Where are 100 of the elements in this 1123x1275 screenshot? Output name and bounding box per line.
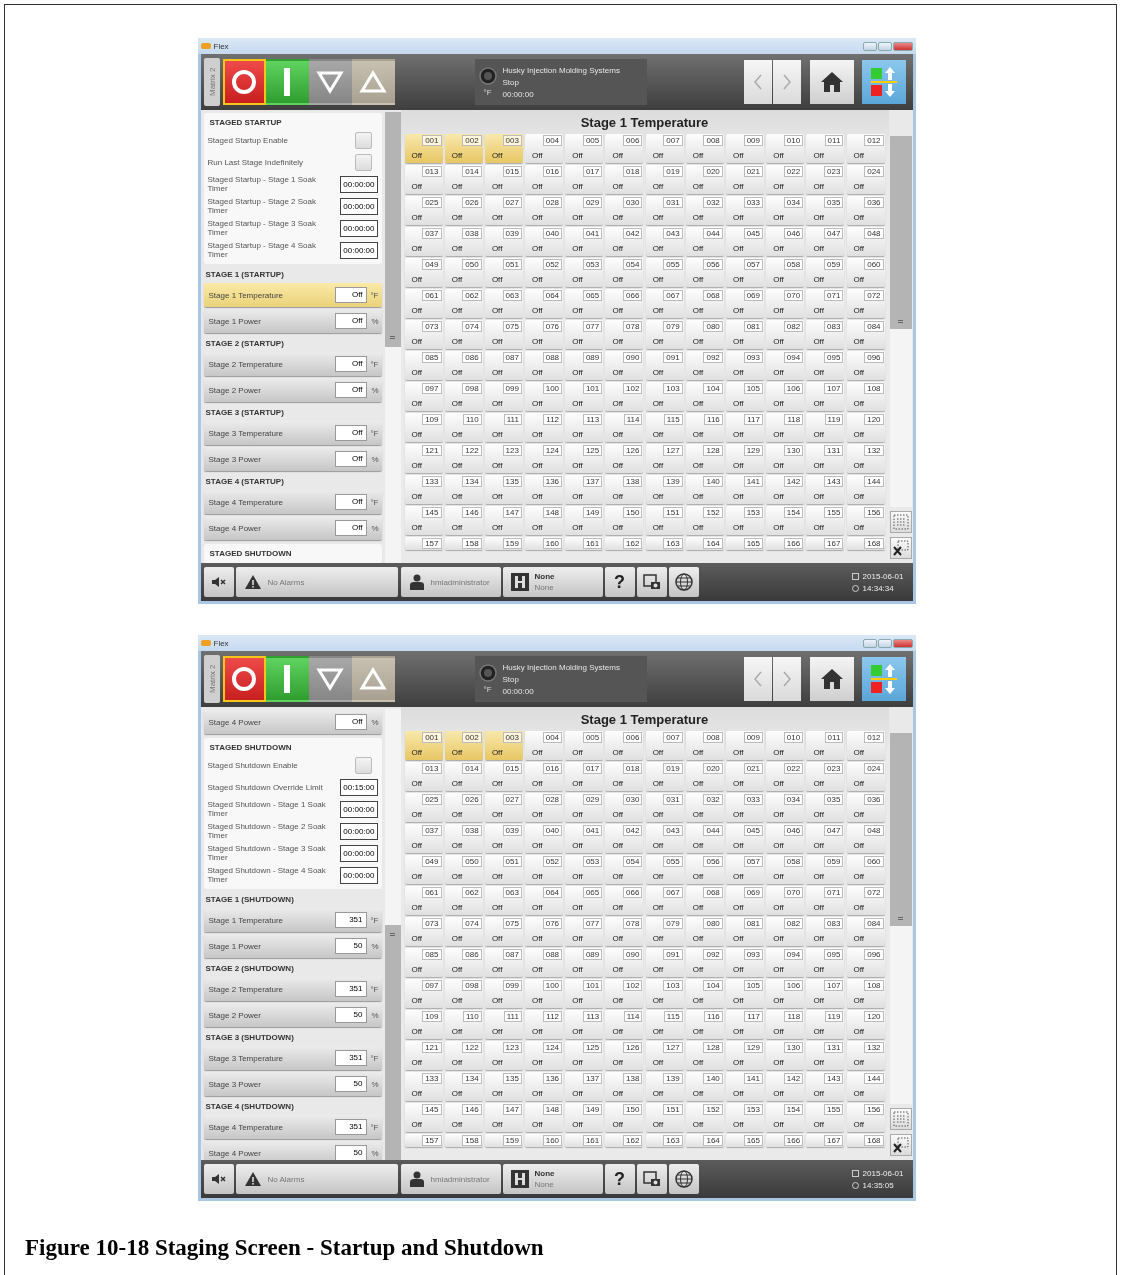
zone-tile[interactable]: 065 Off — [565, 886, 604, 915]
zone-tile[interactable]: 166 — [766, 537, 805, 550]
zone-tile[interactable]: 003 Off — [484, 731, 523, 760]
zone-tile[interactable]: 038 Off — [444, 824, 483, 853]
zone-tile[interactable]: 125 Off — [565, 1041, 604, 1070]
zone-tile[interactable]: 101 Off — [565, 382, 604, 411]
zone-tile[interactable]: 137 Off — [565, 475, 604, 504]
zone-tile[interactable]: 006 Off — [605, 731, 644, 760]
zone-tile[interactable]: 019 Off — [645, 165, 684, 194]
zone-tile[interactable]: 133 Off — [404, 475, 443, 504]
zone-tile[interactable]: 122 Off — [444, 444, 483, 473]
matrix-button[interactable] — [861, 657, 906, 701]
time-field[interactable]: 00:00:00 — [340, 219, 378, 237]
zone-tile[interactable]: 029 Off — [565, 793, 604, 822]
zone-tile[interactable]: 077 Off — [565, 917, 604, 946]
zone-tile[interactable]: 151 Off — [645, 506, 684, 535]
time-field[interactable]: 00:15:00 — [340, 778, 378, 796]
setpoint-field[interactable]: 50 — [334, 1007, 367, 1023]
zone-tile[interactable]: 064 Off — [525, 289, 564, 318]
language-button[interactable] — [668, 1164, 699, 1194]
zone-tile[interactable]: 100 Off — [525, 382, 564, 411]
zone-tile[interactable]: 150 Off — [605, 1103, 644, 1132]
time-field[interactable]: 00:00:00 — [340, 800, 378, 818]
raise-button[interactable] — [351, 656, 395, 702]
zone-tile[interactable]: 137 Off — [565, 1072, 604, 1101]
zone-tile[interactable]: 047 Off — [806, 227, 845, 256]
zone-tile[interactable]: 059 Off — [806, 855, 845, 884]
zone-tile[interactable]: 009 Off — [726, 134, 764, 163]
zone-tile[interactable]: 107 Off — [806, 382, 845, 411]
zone-tile[interactable]: 116 Off — [685, 1010, 724, 1039]
help-button[interactable]: ? — [604, 567, 635, 597]
zone-tile[interactable]: 076 Off — [525, 320, 564, 349]
zone-tile[interactable]: 123 Off — [484, 444, 523, 473]
zone-tile[interactable]: 153 Off — [726, 1103, 764, 1132]
zone-tile[interactable]: 155 Off — [806, 506, 845, 535]
zone-tile[interactable]: 008 Off — [685, 731, 724, 760]
scrollbar[interactable] — [384, 112, 401, 563]
zone-tile[interactable]: 096 Off — [846, 948, 885, 977]
zone-tile[interactable]: 141 Off — [726, 475, 764, 504]
zone-tile[interactable]: 080 Off — [685, 320, 724, 349]
start-button[interactable] — [265, 59, 309, 105]
zone-tile[interactable]: 132 Off — [846, 444, 885, 473]
setpoint-row[interactable]: Stage 2 Power Off % — [203, 378, 382, 402]
zone-tile[interactable]: 052 Off — [525, 258, 564, 287]
zone-tile[interactable]: 085 Off — [404, 351, 443, 380]
zone-tile[interactable]: 055 Off — [645, 855, 684, 884]
zone-tile[interactable]: 135 Off — [484, 1072, 523, 1101]
zone-tile[interactable]: 076 Off — [525, 917, 564, 946]
minimize-button[interactable] — [862, 638, 877, 648]
zone-tile[interactable]: 081 Off — [726, 917, 764, 946]
zone-tile[interactable]: 035 Off — [806, 196, 845, 225]
zone-tile[interactable]: 147 Off — [484, 506, 523, 535]
zone-tile[interactable]: 105 Off — [726, 979, 764, 1008]
zone-tile[interactable]: 122 Off — [444, 1041, 483, 1070]
home-button[interactable] — [809, 657, 854, 701]
setpoint-row[interactable]: Stage 4 Power 50 % — [203, 1141, 382, 1160]
zone-tile[interactable]: 011 Off — [806, 134, 845, 163]
zone-tile[interactable]: 142 Off — [766, 475, 805, 504]
zone-tile[interactable]: 061 Off — [404, 289, 443, 318]
close-button[interactable] — [892, 638, 913, 648]
zone-tile[interactable]: 001 Off — [404, 731, 443, 760]
setpoint-field[interactable]: 50 — [334, 1076, 367, 1092]
zone-tile[interactable]: 042 Off — [605, 824, 644, 853]
zone-tile[interactable]: 068 Off — [685, 886, 724, 915]
zone-tile[interactable]: 034 Off — [766, 793, 805, 822]
zone-tile[interactable]: 039 Off — [484, 227, 523, 256]
zone-tile[interactable]: 127 Off — [645, 1041, 684, 1070]
zone-tile[interactable]: 133 Off — [404, 1072, 443, 1101]
zone-tile[interactable]: 072 Off — [846, 289, 885, 318]
zone-tile[interactable]: 067 Off — [645, 886, 684, 915]
zone-tile[interactable]: 025 Off — [404, 793, 443, 822]
stop-button[interactable] — [222, 59, 266, 105]
zone-tile[interactable]: 138 Off — [605, 475, 644, 504]
zone-tile[interactable]: 053 Off — [565, 258, 604, 287]
zone-tile[interactable]: 048 Off — [846, 824, 885, 853]
zone-tile[interactable]: 025 Off — [404, 196, 443, 225]
setpoint-row[interactable]: Stage 1 Power Off % — [203, 309, 382, 333]
zone-tile[interactable]: 078 Off — [605, 320, 644, 349]
zone-tile[interactable]: 089 Off — [565, 948, 604, 977]
zone-tile[interactable]: 062 Off — [444, 289, 483, 318]
mute-button[interactable] — [203, 567, 234, 597]
zone-tile[interactable]: 039 Off — [484, 824, 523, 853]
setpoint-field[interactable]: Off — [334, 451, 367, 467]
zone-tile[interactable]: 043 Off — [645, 227, 684, 256]
zone-tile[interactable]: 058 Off — [766, 855, 805, 884]
zone-tile[interactable]: 112 Off — [525, 413, 564, 442]
zone-tile[interactable]: 108 Off — [846, 382, 885, 411]
setpoint-field[interactable]: Off — [334, 287, 367, 303]
zone-tile[interactable]: 067 Off — [645, 289, 684, 318]
zone-tile[interactable]: 006 Off — [605, 134, 644, 163]
zone-tile[interactable]: 028 Off — [525, 196, 564, 225]
zone-tile[interactable]: 109 Off — [404, 1010, 443, 1039]
zone-tile[interactable]: 140 Off — [685, 475, 724, 504]
zone-tile[interactable]: 061 Off — [404, 886, 443, 915]
maximize-button[interactable] — [877, 638, 892, 648]
zone-tile[interactable]: 159 — [484, 1134, 523, 1147]
setpoint-field[interactable]: Off — [334, 520, 367, 536]
zone-tile[interactable]: 143 Off — [806, 475, 845, 504]
zone-tile[interactable]: 054 Off — [605, 258, 644, 287]
zone-tile[interactable]: 056 Off — [685, 855, 724, 884]
